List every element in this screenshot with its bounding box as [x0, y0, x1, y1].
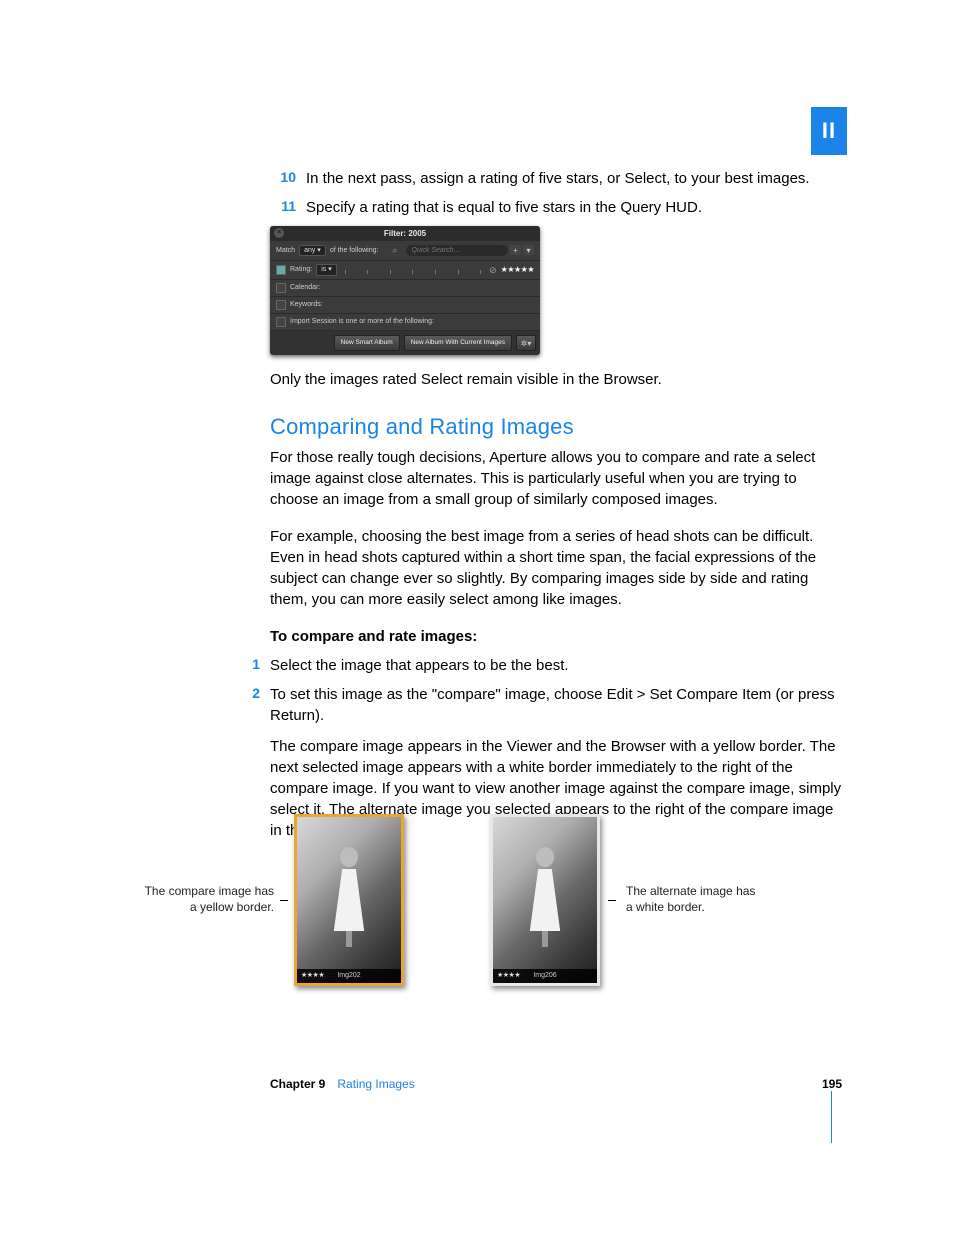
import-label: Import Session is one or more of the fol… — [290, 317, 434, 327]
rating-label: Rating: — [290, 265, 312, 275]
main-content: 10 In the next pass, assign a rating of … — [270, 168, 842, 857]
hud-button-bar: New Smart Album New Album With Current I… — [270, 331, 540, 355]
rating-slider[interactable] — [341, 266, 485, 274]
match-label: Match — [276, 246, 295, 256]
procedure-heading: To compare and rate images: — [270, 626, 842, 647]
hud-title: Filter: 2005 — [384, 229, 426, 238]
thumbnail-label: Img206 — [493, 971, 597, 981]
step-number: 10 — [270, 168, 296, 189]
query-hud: × Filter: 2005 Match any ▾ of the follow… — [270, 226, 540, 355]
thumbnail-caption: ★★★★ Img202 — [297, 969, 401, 983]
callout-left: The compare image has a yellow border. — [120, 884, 278, 915]
thumbnail-caption: ★★★★ Img206 — [493, 969, 597, 983]
chapter-label: Chapter 9 — [270, 1076, 325, 1093]
unrated-icon: ⊘ — [489, 264, 497, 277]
thumbnail-label: Img202 — [297, 971, 401, 981]
step-11: 11 Specify a rating that is equal to fiv… — [270, 197, 842, 218]
rule-menu-button[interactable]: ▾ — [523, 245, 534, 255]
step-2: 2 To set this image as the "compare" ima… — [234, 684, 842, 726]
new-album-button[interactable]: New Album With Current Images — [404, 335, 512, 351]
footer-accent-bar — [831, 1091, 832, 1143]
rating-stars: ★★★★★ — [501, 264, 534, 275]
new-smart-album-button[interactable]: New Smart Album — [334, 335, 400, 351]
gear-icon[interactable]: ✲▾ — [516, 335, 536, 351]
step-text: Select the image that appears to be the … — [270, 655, 842, 676]
paragraph-2: For example, choosing the best image fro… — [270, 526, 842, 610]
step-text: To set this image as the "compare" image… — [270, 684, 842, 726]
post-hud-text: Only the images rated Select remain visi… — [270, 369, 842, 390]
step-text: In the next pass, assign a rating of fiv… — [306, 168, 842, 189]
step-number: 2 — [234, 684, 260, 726]
rating-checkbox[interactable] — [276, 265, 286, 275]
keywords-label: Keywords: — [290, 300, 323, 310]
hud-match-row: Match any ▾ of the following: ⌕ Quick Se… — [270, 241, 540, 261]
photo-placeholder — [297, 817, 401, 983]
hud-keywords-row: Keywords: — [270, 297, 540, 314]
quick-search-input[interactable]: Quick Search… — [406, 245, 508, 257]
alternate-thumbnail: ★★★★ Img206 — [490, 814, 600, 986]
search-icon: ⌕ — [392, 244, 397, 257]
callout-line — [280, 900, 288, 901]
step-10: 10 In the next pass, assign a rating of … — [270, 168, 842, 189]
step-1: 1 Select the image that appears to be th… — [234, 655, 842, 676]
rating-op-select[interactable]: is ▾ — [316, 264, 337, 276]
part-badge: II — [811, 107, 847, 155]
close-icon[interactable]: × — [274, 228, 284, 238]
compare-figure: The compare image has a yellow border. ★… — [120, 814, 850, 986]
hud-title-bar: × Filter: 2005 — [270, 226, 540, 241]
hud-search-area: ⌕ Quick Search… + ▾ — [382, 244, 534, 257]
add-rule-button[interactable]: + — [510, 245, 521, 255]
step-text: Specify a rating that is equal to five s… — [306, 197, 842, 218]
paragraph-1: For those really tough decisions, Apertu… — [270, 447, 842, 510]
section-heading: Comparing and Rating Images — [270, 412, 842, 443]
compare-thumbnail: ★★★★ Img202 — [294, 814, 404, 986]
step-number: 1 — [234, 655, 260, 676]
calendar-label: Calendar: — [290, 283, 320, 293]
chapter-title: Rating Images — [337, 1076, 414, 1093]
hud-calendar-row: Calendar: — [270, 280, 540, 297]
page-footer: Chapter 9 Rating Images 195 — [270, 1076, 842, 1093]
calendar-checkbox[interactable] — [276, 283, 286, 293]
keywords-checkbox[interactable] — [276, 300, 286, 310]
of-following-label: of the following: — [330, 246, 379, 256]
hud-rating-row: Rating: is ▾ ⊘ ★★★★★ — [270, 261, 540, 281]
photo-placeholder — [493, 817, 597, 983]
callout-right: The alternate image has a white border. — [626, 884, 755, 915]
import-checkbox[interactable] — [276, 317, 286, 327]
step-number: 11 — [270, 197, 296, 218]
callout-line — [608, 900, 616, 901]
hud-import-row: Import Session is one or more of the fol… — [270, 314, 540, 331]
thumbnails: ★★★★ Img202 ★★★★ Img206 — [294, 814, 600, 986]
match-any-select[interactable]: any ▾ — [299, 245, 326, 257]
